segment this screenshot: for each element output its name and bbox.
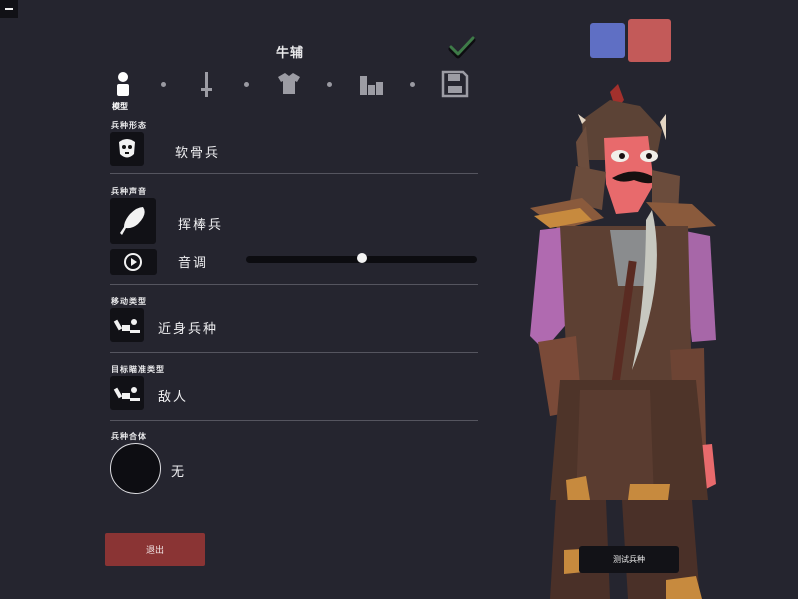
fallen-unit-icon <box>113 319 140 333</box>
play-voice-button[interactable] <box>110 249 157 275</box>
tab-weapons[interactable] <box>191 70 221 98</box>
play-icon <box>124 253 142 271</box>
form-select-button[interactable] <box>110 132 144 166</box>
movement-section-label: 移动类型 <box>111 297 147 306</box>
tab-separator-dot <box>244 82 249 87</box>
divider <box>110 352 478 353</box>
voice-value: 挥棒兵 <box>178 218 224 233</box>
tab-save[interactable] <box>440 70 470 98</box>
tab-stats[interactable] <box>357 70 387 98</box>
team-blue-swatch[interactable] <box>590 23 625 58</box>
tab-separator-dot <box>161 82 166 87</box>
mount-value: 无 <box>171 465 187 480</box>
model-icon <box>117 72 129 96</box>
divider <box>110 284 478 285</box>
targeting-section-label: 目标瞄准类型 <box>111 365 165 374</box>
mount-select-button[interactable] <box>110 443 161 494</box>
tab-separator-dot <box>410 82 415 87</box>
targeting-select-button[interactable] <box>110 376 144 410</box>
tab-clothing[interactable] <box>274 70 304 98</box>
pitch-slider-handle[interactable] <box>356 253 367 263</box>
unit-preview-model <box>520 80 730 599</box>
tab-separator-dot <box>327 82 332 87</box>
mount-section-label: 兵种合体 <box>111 432 147 441</box>
fallen-unit-icon <box>113 387 140 401</box>
tab-model[interactable]: 模型 <box>108 70 138 111</box>
tab-model-label: 模型 <box>112 102 128 111</box>
pitch-label: 音调 <box>178 256 209 271</box>
feather-icon <box>120 207 145 235</box>
form-section-label: 兵种形态 <box>111 121 147 130</box>
test-unit-button[interactable]: 测试兵种 <box>579 546 679 573</box>
divider <box>110 420 478 421</box>
sword-icon <box>201 72 212 97</box>
movement-select-button[interactable] <box>110 308 144 342</box>
divider <box>110 173 478 174</box>
form-value: 软骨兵 <box>175 146 221 161</box>
save-icon <box>441 70 469 98</box>
voice-select-button[interactable] <box>110 198 156 244</box>
confirm-checkmark-icon[interactable] <box>448 36 476 60</box>
exit-button[interactable]: 退出 <box>105 533 205 566</box>
unit-name[interactable]: 牛辅 <box>230 42 350 61</box>
mask-face-icon <box>119 139 135 158</box>
menu-button[interactable] <box>0 0 18 18</box>
voice-section-label: 兵种声音 <box>111 187 147 196</box>
stats-icon <box>360 76 383 95</box>
team-red-swatch[interactable] <box>628 19 671 62</box>
editor-tabs: 模型 <box>104 70 476 112</box>
targeting-value: 敌人 <box>158 390 189 405</box>
movement-value: 近身兵种 <box>158 322 219 337</box>
shirt-icon <box>278 73 300 94</box>
